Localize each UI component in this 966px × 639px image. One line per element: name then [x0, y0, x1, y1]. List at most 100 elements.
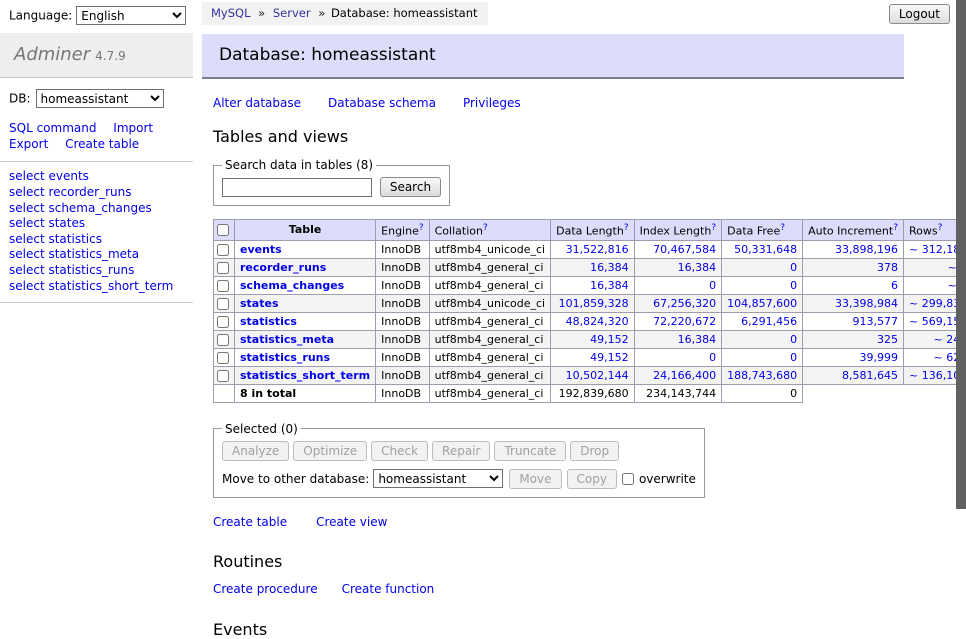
table-link-recorder-runs[interactable]: recorder_runs: [240, 261, 326, 274]
cell-data-length[interactable]: 10,502,144: [551, 366, 634, 384]
move-database-select[interactable]: homeassistant: [373, 469, 503, 488]
row-checkbox[interactable]: [217, 298, 229, 310]
breadcrumb-link-server[interactable]: Server: [273, 6, 311, 20]
table-link-statistics[interactable]: statistics: [240, 315, 297, 328]
row-checkbox[interactable]: [217, 280, 229, 292]
create-procedure-link[interactable]: Create procedure: [213, 582, 318, 596]
create-function-link[interactable]: Create function: [342, 582, 435, 596]
sidebar-select-statistics-meta[interactable]: select statistics_meta: [9, 247, 184, 263]
create-table-link[interactable]: Create table: [213, 515, 287, 529]
row-checkbox[interactable]: [217, 244, 229, 256]
row-checkbox[interactable]: [217, 262, 229, 274]
language-select[interactable]: English: [76, 6, 186, 25]
cell-data-length[interactable]: 49,152: [551, 348, 634, 366]
cell-index-length[interactable]: 0: [634, 276, 722, 294]
cell-data-free[interactable]: 0: [722, 348, 803, 366]
overwrite-checkbox[interactable]: [622, 473, 634, 485]
create-view-link[interactable]: Create view: [316, 515, 387, 529]
cell-index-length[interactable]: 67,256,320: [634, 294, 722, 312]
cell-data-length[interactable]: 49,152: [551, 330, 634, 348]
help-link[interactable]: ?: [419, 223, 424, 233]
table-link-statistics-short-term[interactable]: statistics_short_term: [240, 369, 370, 382]
search-input[interactable]: [222, 178, 372, 197]
cell-auto-increment[interactable]: 8,581,645: [803, 366, 904, 384]
help-link[interactable]: ?: [938, 223, 943, 233]
total-row: 8 in totalInnoDButf8mb4_general_ci192,83…: [214, 384, 966, 402]
sidebar-select-states[interactable]: select states: [9, 216, 184, 232]
db-select[interactable]: homeassistant: [36, 89, 164, 108]
help-link[interactable]: ?: [780, 223, 785, 233]
row-checkbox[interactable]: [217, 370, 229, 382]
cell-auto-increment[interactable]: 33,398,984: [803, 294, 904, 312]
logout-button[interactable]: Logout: [889, 4, 950, 24]
help-link[interactable]: ?: [711, 223, 716, 233]
column-header-index-length: Index Length?: [634, 220, 722, 241]
cell-engine: InnoDB: [376, 312, 429, 330]
cell-index-length[interactable]: 0: [634, 348, 722, 366]
help-link[interactable]: ?: [624, 223, 629, 233]
help-link[interactable]: ?: [893, 223, 898, 233]
row-checkbox[interactable]: [217, 352, 229, 364]
app-version: 4.7.9: [95, 49, 126, 63]
database-schema-link[interactable]: Database schema: [328, 96, 436, 110]
cell-index-length[interactable]: 70,467,584: [634, 240, 722, 258]
move-button[interactable]: Move: [509, 469, 561, 489]
sidebar-action-sql-command[interactable]: SQL command: [9, 120, 96, 136]
cell-data-length[interactable]: 16,384: [551, 276, 634, 294]
cell-auto-increment[interactable]: 6: [803, 276, 904, 294]
vertical-scrollbar[interactable]: [956, 0, 966, 543]
cell-data-length[interactable]: 16,384: [551, 258, 634, 276]
row-checkbox[interactable]: [217, 316, 229, 328]
analyze-button[interactable]: Analyze: [222, 441, 289, 461]
cell-data-free[interactable]: 0: [722, 258, 803, 276]
table-link-states[interactable]: states: [240, 297, 279, 310]
cell-data-length[interactable]: 48,824,320: [551, 312, 634, 330]
privileges-link[interactable]: Privileges: [463, 96, 521, 110]
truncate-button[interactable]: Truncate: [494, 441, 566, 461]
cell-index-length[interactable]: 16,384: [634, 258, 722, 276]
cell-index-length[interactable]: 72,220,672: [634, 312, 722, 330]
sidebar-action-export[interactable]: Export: [9, 136, 48, 152]
alter-database-link[interactable]: Alter database: [213, 96, 301, 110]
cell-data-free[interactable]: 0: [722, 330, 803, 348]
logout-area: Logout: [889, 4, 950, 24]
sidebar-select-statistics[interactable]: select statistics: [9, 232, 184, 248]
copy-button[interactable]: Copy: [567, 469, 617, 489]
repair-button[interactable]: Repair: [432, 441, 490, 461]
scrollbar-thumb[interactable]: [956, 0, 966, 509]
sidebar-select-events[interactable]: select events: [9, 169, 184, 185]
cell-index-length[interactable]: 16,384: [634, 330, 722, 348]
check-button[interactable]: Check: [371, 441, 428, 461]
cell-data-free[interactable]: 188,743,680: [722, 366, 803, 384]
table-link-schema-changes[interactable]: schema_changes: [240, 279, 344, 292]
drop-button[interactable]: Drop: [570, 441, 619, 461]
search-button[interactable]: Search: [380, 177, 441, 197]
table-link-events[interactable]: events: [240, 243, 282, 256]
cell-data-free[interactable]: 104,857,600: [722, 294, 803, 312]
sidebar-select-recorder-runs[interactable]: select recorder_runs: [9, 185, 184, 201]
cell-auto-increment[interactable]: 33,898,196: [803, 240, 904, 258]
cell-auto-increment[interactable]: 378: [803, 258, 904, 276]
sidebar-action-import[interactable]: Import: [113, 120, 153, 136]
table-link-statistics-runs[interactable]: statistics_runs: [240, 351, 330, 364]
breadcrumb-link-mysql[interactable]: MySQL: [211, 6, 251, 20]
select-all-checkbox[interactable]: [217, 224, 229, 236]
cell-auto-increment[interactable]: 325: [803, 330, 904, 348]
sidebar-action-create-table[interactable]: Create table: [65, 136, 139, 152]
cell-data-free[interactable]: 0: [722, 276, 803, 294]
help-link[interactable]: ?: [483, 223, 488, 233]
cell-data-length[interactable]: 31,522,816: [551, 240, 634, 258]
total-collation-cell: utf8mb4_general_ci: [429, 384, 550, 402]
sidebar-select-statistics-runs[interactable]: select statistics_runs: [9, 263, 184, 279]
cell-data-free[interactable]: 50,331,648: [722, 240, 803, 258]
sidebar-select-statistics-short-term[interactable]: select statistics_short_term: [9, 279, 184, 295]
cell-data-length[interactable]: 101,859,328: [551, 294, 634, 312]
cell-auto-increment[interactable]: 39,999: [803, 348, 904, 366]
cell-auto-increment[interactable]: 913,577: [803, 312, 904, 330]
cell-index-length[interactable]: 24,166,400: [634, 366, 722, 384]
table-link-statistics-meta[interactable]: statistics_meta: [240, 333, 334, 346]
row-checkbox[interactable]: [217, 334, 229, 346]
cell-data-free[interactable]: 6,291,456: [722, 312, 803, 330]
optimize-button[interactable]: Optimize: [293, 441, 367, 461]
sidebar-select-schema-changes[interactable]: select schema_changes: [9, 201, 184, 217]
